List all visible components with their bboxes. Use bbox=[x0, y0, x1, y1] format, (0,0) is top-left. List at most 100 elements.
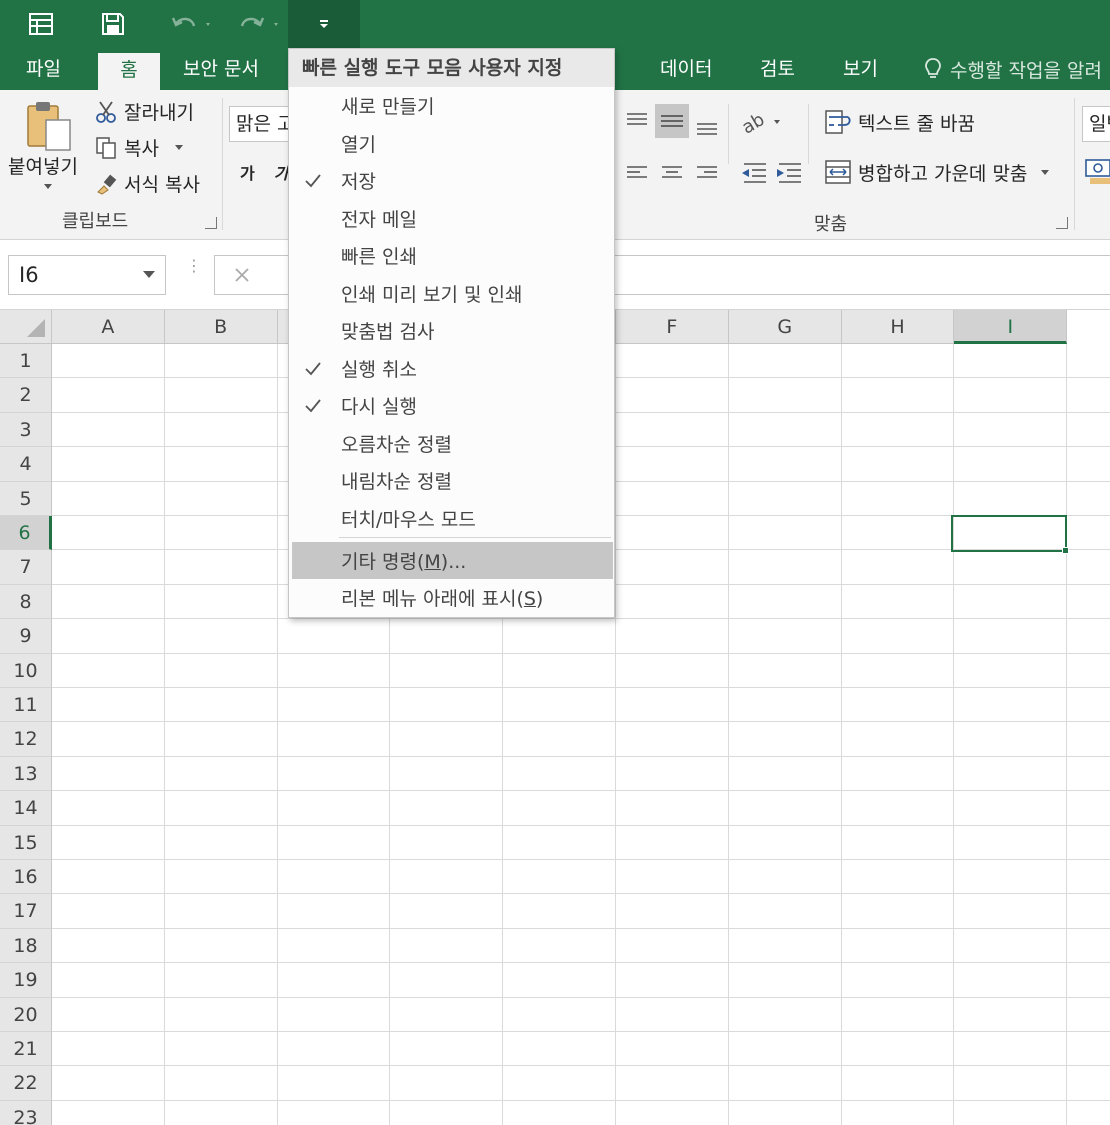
tab-file[interactable]: 파일 bbox=[26, 48, 61, 90]
menu-item-label: 맞춤법 검사 bbox=[341, 321, 435, 343]
align-center-icon[interactable] bbox=[659, 160, 685, 190]
menu-item[interactable]: 열기 bbox=[289, 125, 614, 162]
column-header-b[interactable]: B bbox=[164, 310, 278, 344]
name-box[interactable]: I6 bbox=[8, 255, 166, 295]
group-divider bbox=[728, 104, 729, 164]
tab-data[interactable]: 데이터 bbox=[660, 48, 712, 90]
customize-qat-button[interactable] bbox=[288, 0, 360, 48]
redo-icon[interactable] bbox=[234, 0, 286, 48]
row-header-7[interactable]: 7 bbox=[0, 550, 52, 585]
scissors-icon bbox=[96, 100, 116, 123]
paste-button[interactable]: 붙여넣기 bbox=[8, 152, 78, 179]
tab-review[interactable]: 검토 bbox=[760, 48, 795, 90]
fill-handle[interactable] bbox=[1062, 547, 1069, 554]
row-gridline bbox=[52, 824, 1110, 826]
menu-item[interactable]: 빠른 인쇄 bbox=[289, 237, 614, 274]
accounting-format-icon[interactable] bbox=[1084, 156, 1110, 190]
checkmark-icon bbox=[305, 399, 321, 413]
row-header-20[interactable]: 20 bbox=[0, 997, 52, 1032]
tab-view[interactable]: 보기 bbox=[843, 48, 878, 90]
menu-item-show-below-ribbon[interactable]: 리본 메뉴 아래에 표시(S) bbox=[289, 579, 614, 616]
undo-icon[interactable] bbox=[166, 0, 218, 48]
copy-button[interactable]: 복사 bbox=[94, 134, 183, 161]
menu-item[interactable]: 새로 만들기 bbox=[289, 87, 614, 124]
row-header-15[interactable]: 15 bbox=[0, 825, 52, 860]
select-all-icon bbox=[27, 319, 45, 337]
menu-item[interactable]: 다시 실행 bbox=[289, 387, 614, 424]
wrap-text-button[interactable]: 텍스트 줄 바꿈 bbox=[824, 108, 975, 136]
orientation-icon[interactable]: ab bbox=[738, 108, 784, 140]
save-icon[interactable] bbox=[90, 0, 136, 48]
row-header-4[interactable]: 4 bbox=[0, 447, 52, 482]
menu-item[interactable]: 실행 취소 bbox=[289, 350, 614, 387]
decrease-indent-icon[interactable] bbox=[740, 160, 768, 190]
row-header-19[interactable]: 19 bbox=[0, 963, 52, 998]
select-all-button[interactable] bbox=[0, 310, 52, 344]
row-header-11[interactable]: 11 bbox=[0, 688, 52, 723]
column-header-f[interactable]: F bbox=[616, 310, 729, 344]
tab-home[interactable]: 홈 bbox=[98, 53, 160, 90]
tab-protect-document[interactable]: 보안 문서 bbox=[183, 48, 259, 90]
column-header-g[interactable]: G bbox=[728, 310, 842, 344]
tell-me-box[interactable]: 수행할 작업을 알려 bbox=[924, 48, 1102, 90]
row-header-14[interactable]: 14 bbox=[0, 791, 52, 826]
svg-text:ab: ab bbox=[740, 109, 768, 136]
italic-button[interactable]: 가 bbox=[274, 160, 289, 184]
merge-center-button[interactable]: 병합하고 가운데 맞춤 bbox=[824, 158, 1050, 186]
formula-input[interactable] bbox=[612, 255, 1110, 295]
bold-button[interactable]: 가 bbox=[240, 160, 255, 184]
paste-dropdown-icon[interactable] bbox=[44, 184, 52, 189]
row-header-5[interactable]: 5 bbox=[0, 481, 52, 516]
menu-item-more-commands[interactable]: 기타 명령(M)... bbox=[292, 542, 613, 579]
formula-bar-resize-handle[interactable]: ⋮ bbox=[186, 258, 202, 288]
row-header-12[interactable]: 12 bbox=[0, 722, 52, 757]
row-header-13[interactable]: 13 bbox=[0, 756, 52, 792]
increase-indent-icon[interactable] bbox=[775, 160, 803, 190]
clipboard-launcher-icon[interactable] bbox=[205, 217, 217, 229]
align-right-icon[interactable] bbox=[694, 160, 720, 190]
format-painter-button[interactable]: 서식 복사 bbox=[94, 170, 200, 197]
number-format-combo[interactable]: 일반 bbox=[1082, 106, 1110, 142]
menu-item[interactable]: 전자 메일 bbox=[289, 200, 614, 237]
row-header-18[interactable]: 18 bbox=[0, 928, 52, 964]
row-header-17[interactable]: 17 bbox=[0, 894, 52, 929]
menu-item[interactable]: 저장 bbox=[289, 162, 614, 199]
row-header-21[interactable]: 21 bbox=[0, 1032, 52, 1067]
menu-item-label: 오름차순 정렬 bbox=[341, 433, 452, 456]
menu-item-label: 인쇄 미리 보기 및 인쇄 bbox=[341, 283, 523, 306]
align-top-icon[interactable] bbox=[624, 108, 650, 138]
chevron-down-icon[interactable] bbox=[143, 271, 155, 278]
merge-dropdown-icon[interactable] bbox=[1041, 169, 1050, 175]
menu-item[interactable]: 인쇄 미리 보기 및 인쇄 bbox=[289, 275, 614, 312]
row-header-3[interactable]: 3 bbox=[0, 412, 52, 448]
row-header-23[interactable]: 23 bbox=[0, 1100, 52, 1125]
menu-item[interactable]: 터치/마우스 모드 bbox=[289, 500, 614, 537]
align-left-icon[interactable] bbox=[624, 160, 650, 190]
paste-icon[interactable] bbox=[24, 100, 74, 156]
align-middle-icon[interactable] bbox=[655, 104, 689, 138]
row-header-8[interactable]: 8 bbox=[0, 584, 52, 620]
cancel-entry-button[interactable] bbox=[214, 255, 294, 295]
row-header-10[interactable]: 10 bbox=[0, 653, 52, 688]
active-cell[interactable] bbox=[951, 515, 1067, 552]
row-header-16[interactable]: 16 bbox=[0, 860, 52, 895]
menu-item[interactable]: 오름차순 정렬 bbox=[289, 425, 614, 462]
column-header-a[interactable]: A bbox=[52, 310, 165, 344]
cut-button[interactable]: 잘라내기 bbox=[94, 98, 194, 125]
row-header-2[interactable]: 2 bbox=[0, 378, 52, 413]
row-header-9[interactable]: 9 bbox=[0, 619, 52, 654]
customize-qat-menu: 빠른 실행 도구 모음 사용자 지정 새로 만들기 열기 저장 전자 메일 빠른 인쇄 인… bbox=[288, 48, 615, 618]
column-header-h[interactable]: H bbox=[841, 310, 955, 344]
row-gridline bbox=[52, 1065, 1110, 1067]
row-header-6[interactable]: 6 bbox=[0, 516, 52, 551]
alignment-launcher-icon[interactable] bbox=[1056, 217, 1068, 229]
row-header-1[interactable]: 1 bbox=[0, 344, 52, 379]
copy-dropdown-icon[interactable] bbox=[174, 145, 183, 150]
column-header-i[interactable]: I bbox=[954, 310, 1068, 344]
row-header-22[interactable]: 22 bbox=[0, 1066, 52, 1101]
form-icon[interactable] bbox=[18, 0, 64, 48]
merge-center-label: 병합하고 가운데 맞춤 bbox=[858, 162, 1028, 185]
menu-item[interactable]: 내림차순 정렬 bbox=[289, 462, 614, 499]
menu-item[interactable]: 맞춤법 검사 bbox=[289, 312, 614, 349]
align-bottom-icon[interactable] bbox=[694, 112, 720, 142]
